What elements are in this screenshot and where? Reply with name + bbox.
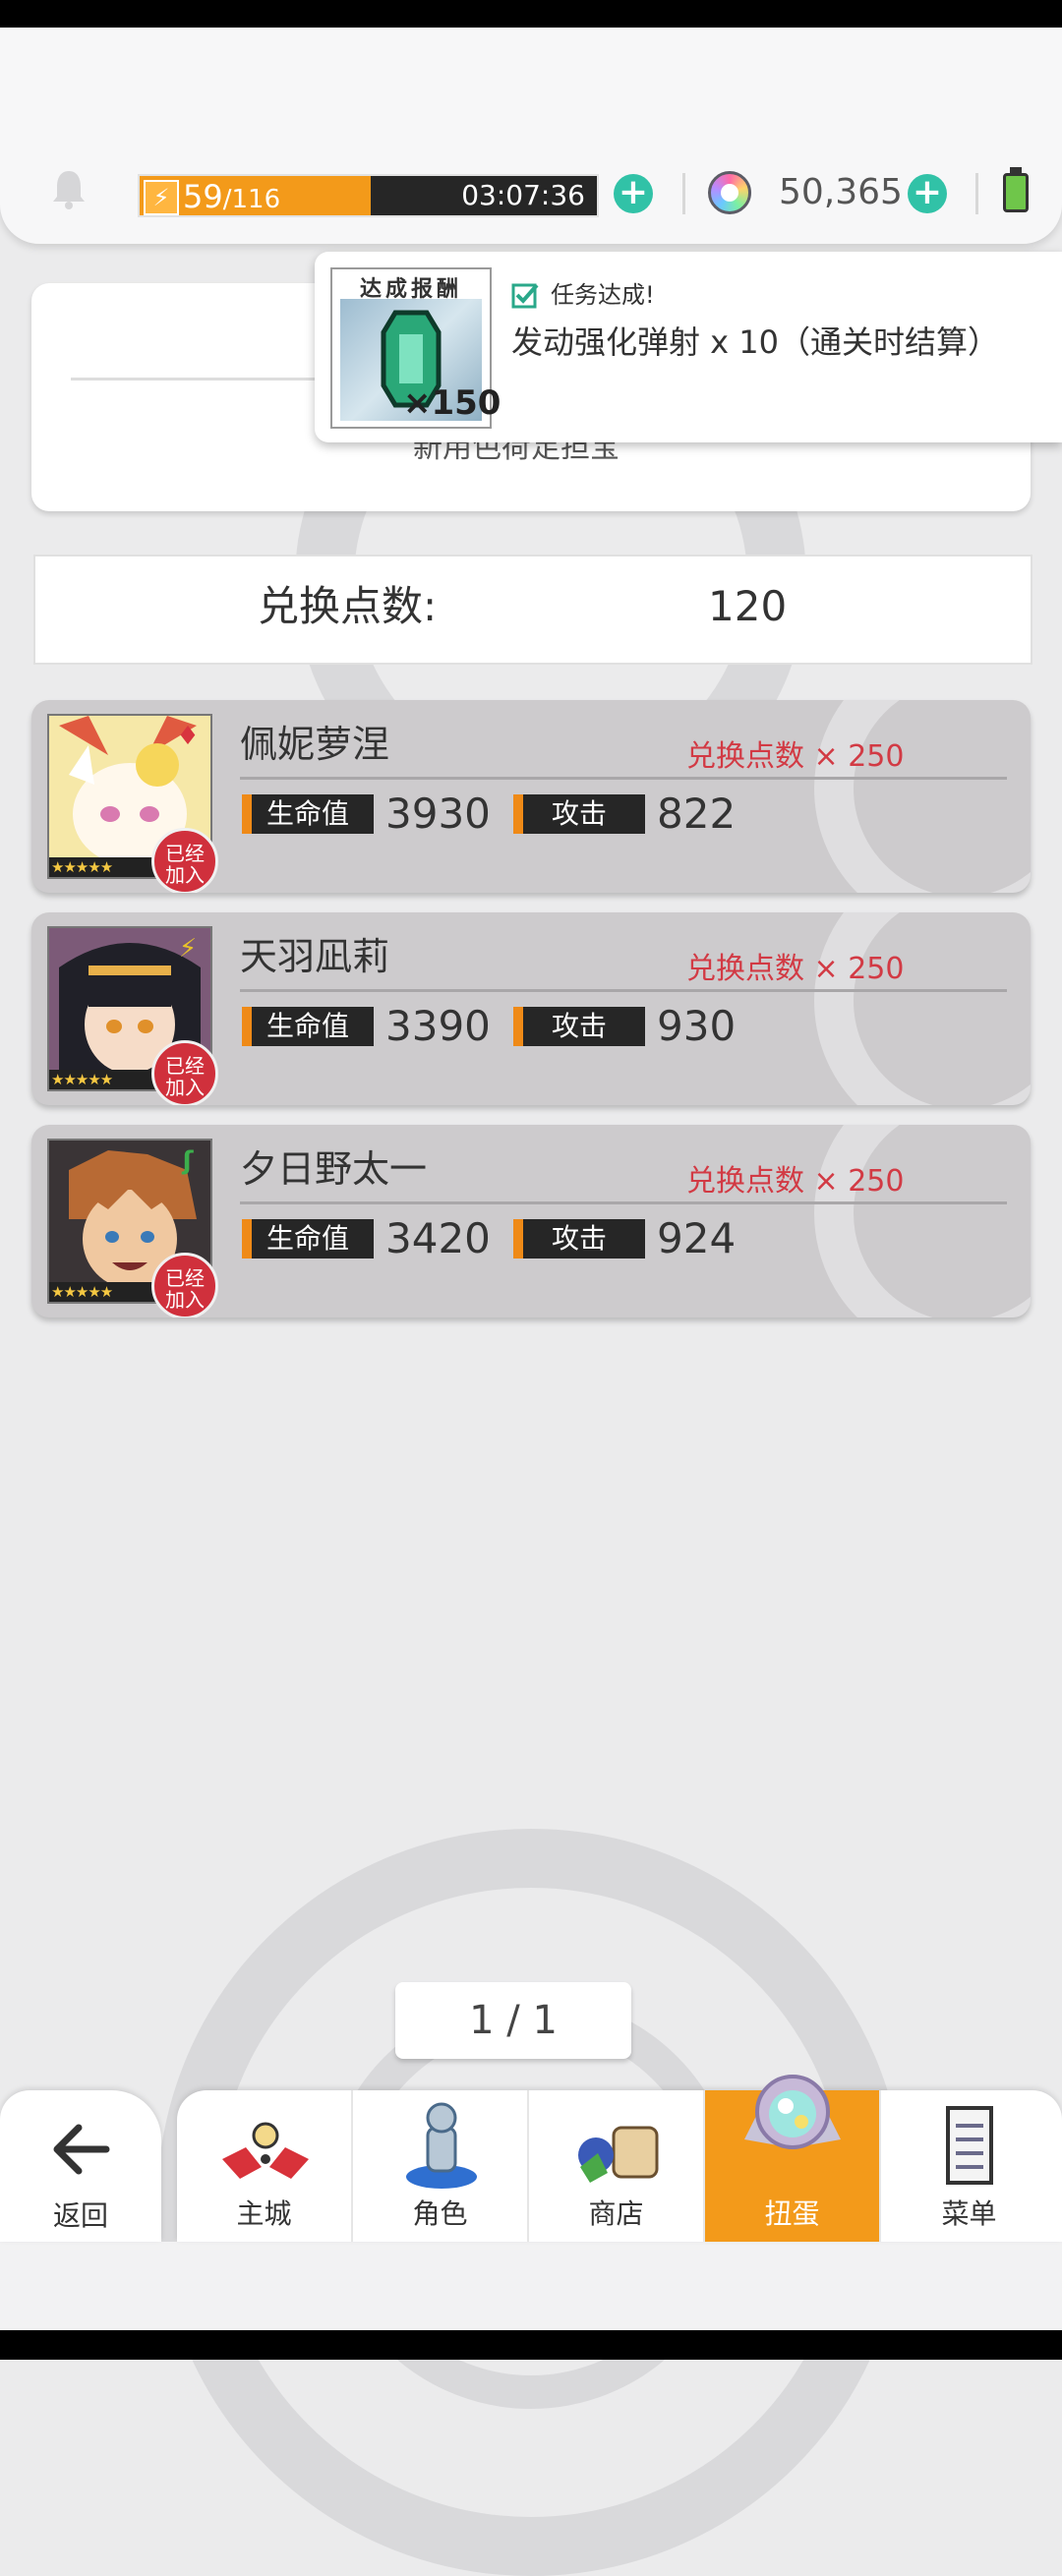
hp-tag: 生命值 [242,794,374,834]
mission-text: 发动强化弹射 x 10（通关时结算） [511,323,1000,361]
joined-badge: 已经 加入 [151,828,218,893]
tab-menu[interactable]: 菜单 [881,2090,1057,2242]
hp-value: 3390 [385,1002,491,1050]
tab-gacha[interactable]: 扭蛋 [705,2075,881,2242]
menu-icon [946,2106,993,2185]
shop-icon [578,2126,659,2183]
reward-title: 达成报酬 [359,277,462,302]
page-indicator: 1 / 1 [395,1982,631,2059]
atk-tag: 攻击 [513,1007,645,1046]
back-arrow-icon [53,2124,110,2175]
bottom-strip [0,2242,1062,2330]
status-bar [0,0,1062,28]
character-cost: 兑换点数 × 250 [686,739,905,774]
atk-value: 924 [657,1214,737,1262]
character-card[interactable]: ⚡ ★★★★★ 已经 加入 天羽凪莉 兑换点数 × 250 生命值 3390 攻击… [31,912,1031,1105]
tab-shop-label: 商店 [588,2197,644,2230]
hp-value: 3420 [385,1214,491,1262]
character-name: 夕日野太一 [240,1147,428,1191]
header-divider [682,173,685,214]
atk-tag: 攻击 [513,794,645,834]
card-watermark [814,700,1031,893]
bell-icon[interactable] [47,167,90,210]
hp-tag: 生命值 [242,1007,374,1046]
joined-badge: 已经 加入 [151,1040,218,1105]
tab-character-label: 角色 [412,2197,468,2230]
hp-tag: 生命值 [242,1219,374,1259]
checkbox-checked-icon [511,283,539,309]
battery-icon [1003,173,1029,212]
system-nav-bar [0,2330,1062,2360]
mission-status: 任务达成! [551,281,655,309]
thunder-element-icon: ⚡ [178,934,198,964]
card-watermark [814,1125,1031,1317]
back-label: 返回 [52,2199,108,2232]
name-divider [240,989,1007,992]
tab-gacha-label: 扭蛋 [764,2197,820,2230]
atk-value: 930 [657,1002,737,1050]
atk-tag: 攻击 [513,1219,645,1259]
atk-value: 822 [657,790,737,838]
joined-badge: 已经 加入 [151,1253,218,1317]
character-card[interactable]: ♦ ★★★★★ 已经 加入 佩妮萝涅 兑换点数 × 250 生命值 3930 攻击… [31,700,1031,893]
character-cost: 兑换点数 × 250 [686,1164,905,1199]
wind-element-icon: ʃ [182,1146,194,1176]
exchange-points-box [33,555,1032,665]
gacha-icon [744,2075,841,2149]
stamina-value: 59/116 [183,178,281,215]
character-card[interactable]: ʃ ★★★★★ 已经 加入 夕日野太一 兑换点数 × 250 生命值 3420 攻… [31,1125,1031,1317]
exchange-points-label: 兑换点数: [258,582,438,630]
gem-icon [708,171,751,214]
fire-element-icon: ♦ [176,722,200,751]
character-name: 天羽凪莉 [240,935,390,978]
stamina-bar: ⚡ 59/116 03:07:36 [138,174,599,217]
tab-menu-label: 菜单 [941,2197,997,2230]
name-divider [240,1201,1007,1204]
exchange-points-value: 120 [708,582,788,630]
tab-town[interactable]: 主城 [177,2090,353,2242]
gem-count: 50,365 [779,172,903,212]
hp-value: 3930 [385,790,491,838]
tab-shop[interactable]: 商店 [529,2090,705,2242]
character-name: 佩妮萝涅 [240,723,390,766]
banner-divider [71,378,326,381]
name-divider [240,777,1007,780]
character-icon [406,2102,477,2189]
add-gems-button[interactable]: + [908,174,947,213]
stamina-timer: 03:07:36 [461,179,585,211]
tab-character[interactable]: 角色 [353,2090,529,2242]
add-stamina-button[interactable]: + [614,174,653,213]
header-divider-2 [975,173,978,214]
lightning-icon: ⚡ [144,180,179,215]
card-watermark [814,912,1031,1105]
tab-bar: 主城 角色 商店 扭蛋 菜单 [177,2075,1062,2242]
tab-town-label: 主城 [236,2197,292,2230]
town-icon [222,2122,309,2179]
character-cost: 兑换点数 × 250 [686,952,905,986]
reward-quantity: ×150 [403,383,502,423]
